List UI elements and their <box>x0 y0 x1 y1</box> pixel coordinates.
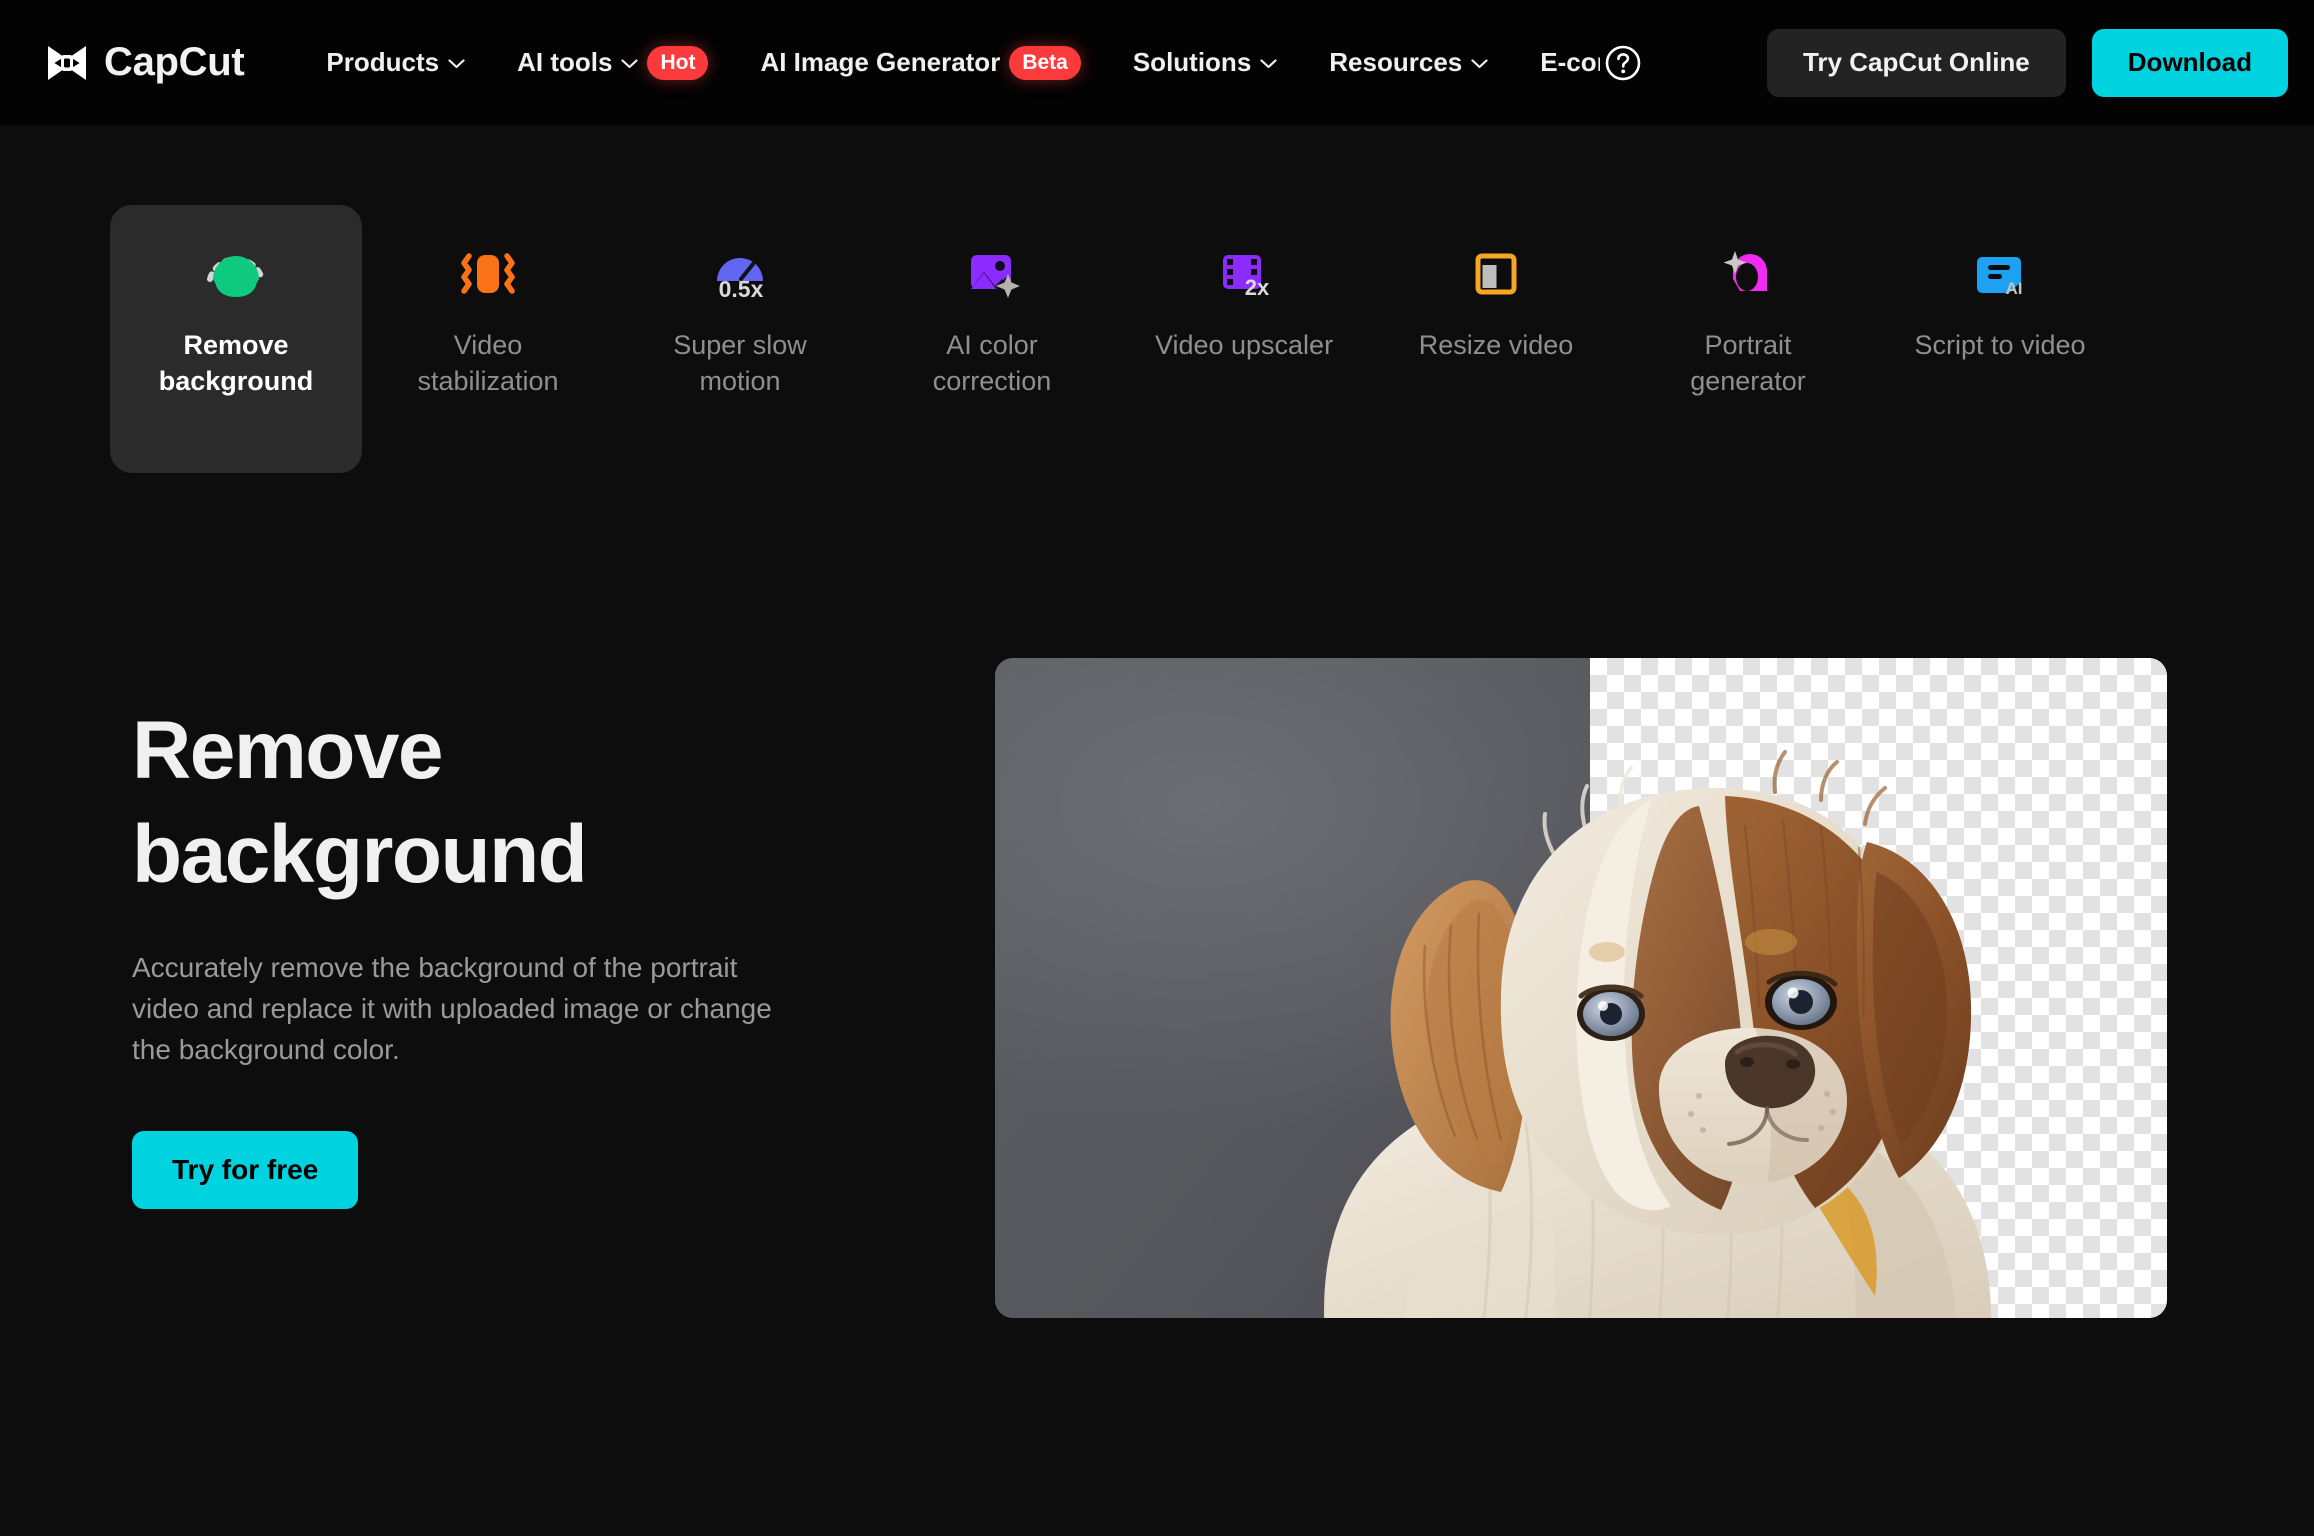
nav-item-label: AI Image Generator <box>760 47 1001 77</box>
person-in-dashed-circle-icon <box>201 239 271 309</box>
nav-links: Products AI tools Hot AI Image Generator… <box>300 41 1645 84</box>
try-capcut-online-button[interactable]: Try CapCut Online <box>1766 28 2066 97</box>
film-strip-2x-icon: 2x <box>1209 239 1279 309</box>
tool-portrait-generator[interactable]: Portrait generator <box>1622 205 1874 427</box>
nav-item-resources[interactable]: Resources <box>1303 47 1514 78</box>
top-navigation-bar: CapCut Products AI tools Hot AI Image Ge… <box>0 0 2314 125</box>
svg-text:2x: 2x <box>1245 275 1270 300</box>
tool-label: Super slow motion <box>673 330 807 397</box>
brand-name: CapCut <box>104 40 245 84</box>
download-button[interactable]: Download <box>2091 28 2288 97</box>
script-ai-card-icon: AI <box>1965 239 2035 309</box>
nav-item-solutions[interactable]: Solutions <box>1107 47 1303 78</box>
nav-item-label: E-commerce <box>1540 47 1600 77</box>
tool-video-stabilization[interactable]: Video stabilization <box>362 205 614 427</box>
tool-label: Portrait generator <box>1690 330 1806 397</box>
stabilize-shake-icon <box>453 239 523 309</box>
capcut-logo-icon <box>44 43 90 83</box>
tool-remove-background[interactable]: Remove background <box>110 205 362 473</box>
hero-description: Accurately remove the background of the … <box>132 952 772 1065</box>
nav-item-products[interactable]: Products <box>300 47 491 78</box>
nav-item-label: Solutions <box>1132 47 1252 77</box>
chevron-down-icon <box>621 59 639 69</box>
nav-item-ecommerce[interactable]: E-commerce <box>1514 47 1600 78</box>
dog-subject-illustration <box>1255 696 2055 1318</box>
image-sparkle-icon <box>957 239 1027 309</box>
tool-label: Video stabilization <box>417 330 559 397</box>
brand-logo-link[interactable]: CapCut <box>44 40 245 85</box>
nav-item-label: Products <box>326 47 440 77</box>
page-title: Remove background <box>132 710 832 896</box>
nav-item-ai-image-generator[interactable]: AI Image Generator Beta <box>734 45 1106 80</box>
svg-text:AI: AI <box>2006 279 2023 298</box>
tool-label: AI color correction <box>932 330 1052 397</box>
tool-label: Video upscaler <box>1154 330 1334 360</box>
chevron-down-icon <box>1471 59 1488 69</box>
chevron-down-icon <box>1260 59 1277 69</box>
question-mark-circle-icon[interactable] <box>1602 41 1645 84</box>
chevron-down-icon <box>448 59 465 69</box>
nav-item-label: AI tools <box>517 47 613 77</box>
nav-item-label: Resources <box>1329 47 1463 77</box>
resize-frame-icon <box>1461 239 1531 309</box>
tool-video-upscaler[interactable]: 2x Video upscaler <box>1118 205 1370 391</box>
tool-ai-color-correction[interactable]: AI color correction <box>866 205 1118 427</box>
tool-super-slow-motion[interactable]: 0.5x Super slow motion <box>614 205 866 427</box>
hero-text-column: Remove background Accurately remove the … <box>132 710 832 1209</box>
page-title-line2: background <box>132 809 588 900</box>
speedometer-0.5x-icon: 0.5x <box>705 239 775 309</box>
tool-script-to-video[interactable]: AI Script to video <box>1874 205 2126 391</box>
dog-portrait-background-removal-preview <box>995 658 2167 1318</box>
try-for-free-button[interactable]: Try for free <box>132 1130 359 1209</box>
tool-label: Remove background <box>158 330 314 397</box>
badge-beta: Beta <box>1009 45 1081 80</box>
nav-actions: Try CapCut Online Download <box>1766 28 2288 97</box>
page-title-line1: Remove <box>132 705 444 796</box>
tool-resize-video[interactable]: Resize video <box>1370 205 1622 391</box>
portrait-sparkle-icon <box>1713 239 1783 309</box>
nav-item-ai-tools[interactable]: AI tools Hot <box>491 45 734 80</box>
tool-label: Resize video <box>1418 330 1574 360</box>
tool-selector-strip: Remove background Video stabilization 0.5x… <box>0 205 2314 473</box>
tool-label: Script to video <box>1914 330 2086 360</box>
badge-hot: Hot <box>647 45 709 80</box>
svg-text:0.5x: 0.5x <box>719 276 764 302</box>
